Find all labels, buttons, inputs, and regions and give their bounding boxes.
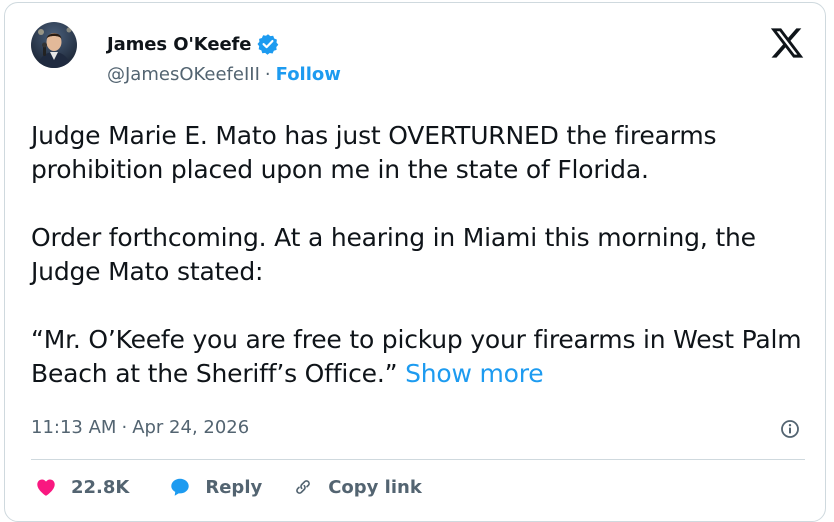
reply-label: Reply [205,476,263,498]
heart-icon [35,476,57,498]
tweet-date: Apr 24, 2026 [132,417,250,438]
speech-bubble-icon [169,476,191,498]
x-logo-icon[interactable] [769,25,805,61]
copy-link-label: Copy link [328,476,422,498]
author-handle[interactable]: @JamesOKeefeIII [107,64,260,85]
copy-link-button[interactable]: Copy link [292,476,422,498]
tweet-card: James O'Keefe @JamesOKeefeIII · Follow J… [4,2,826,522]
tweet-text: Judge Marie E. Mato has just OVERTURNED … [31,119,811,391]
link-icon [292,476,314,498]
tweet-paragraph-1: Judge Marie E. Mato has just OVERTURNED … [31,121,717,184]
like-count: 22.8K [71,476,130,498]
tweet-timestamp[interactable]: 11:13 AM · Apr 24, 2026 [31,417,249,438]
verified-badge-icon [257,33,279,55]
tweet-time: 11:13 AM [31,417,117,438]
tweet-paragraph-3: “Mr. O’Keefe you are free to pickup your… [31,323,811,391]
tweet-paragraph-2: Order forthcoming. At a hearing in Miami… [31,223,756,286]
reply-button[interactable]: Reply [169,476,262,498]
handle-separator: · [264,64,271,85]
avatar[interactable] [31,22,77,68]
action-bar: 22.8K Reply Copy link [35,476,422,498]
like-button[interactable]: 22.8K [35,476,129,498]
follow-button[interactable]: Follow [276,64,341,85]
display-name[interactable]: James O'Keefe [107,34,251,55]
divider [31,459,805,460]
timestamp-separator: · [121,417,128,438]
info-icon[interactable] [779,418,801,440]
show-more-link[interactable]: Show more [405,359,544,388]
author-name-row: James O'Keefe [107,30,279,58]
author-handle-row: @JamesOKeefeIII · Follow [107,64,341,85]
